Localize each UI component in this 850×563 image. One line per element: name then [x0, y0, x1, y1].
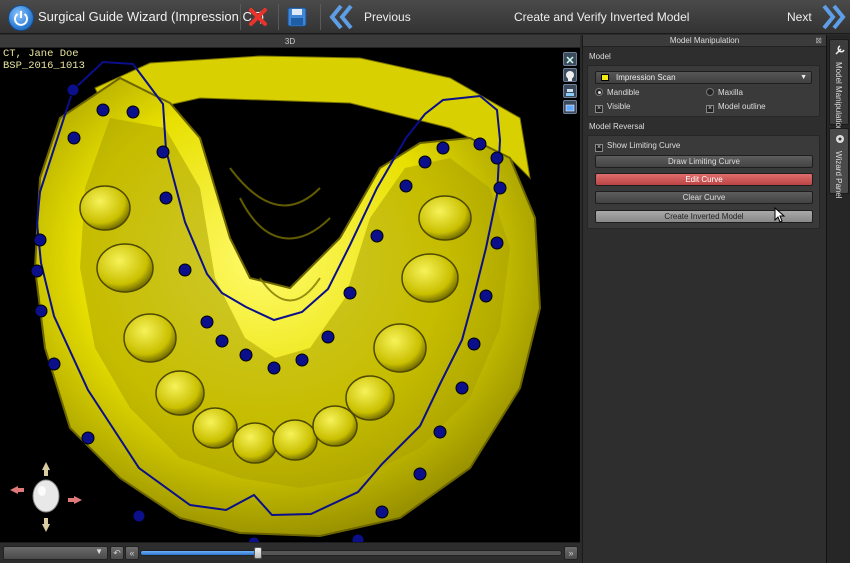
close-panel-icon[interactable]: ⊠ — [815, 35, 822, 47]
reversal-section-label: Model Reversal — [589, 122, 645, 131]
orientation-cube[interactable] — [6, 458, 86, 538]
slider-fill — [141, 551, 259, 555]
chevron-right-double-icon[interactable] — [820, 3, 846, 31]
model-group: Impression Scan ▼ Mandible Maxilla × Visi… — [587, 65, 820, 117]
tab-model-manipulation-label: Model Manipulation — [834, 62, 843, 132]
model-section-label: Model — [589, 52, 611, 61]
application-window: Surgical Guide Wizard (Impression CT) Pr… — [0, 0, 850, 563]
previous-button[interactable]: Previous — [364, 10, 411, 24]
model-manipulation-panel: Model Manipulation ⊠ Model Impression Sc… — [582, 35, 826, 563]
wizard-title: Surgical Guide Wizard (Impression CT) — [38, 9, 265, 24]
save-icon[interactable] — [286, 6, 308, 28]
clip-slider[interactable] — [140, 550, 562, 556]
skull-icon[interactable] — [563, 68, 577, 82]
wizard-icon — [836, 135, 844, 143]
wrench-icon — [835, 45, 845, 55]
case-id: BSP_2016_1013 — [3, 60, 85, 72]
patient-name: CT, Jane Doe — [3, 48, 79, 60]
model-select[interactable]: Impression Scan ▼ — [595, 71, 812, 84]
view-tab-3d: 3D — [0, 35, 580, 48]
side-tabs: Model Manipulation Wizard Panel — [826, 35, 850, 563]
slider-left-icon[interactable]: « — [125, 546, 139, 560]
panel-header: Model Manipulation ⊠ — [583, 35, 826, 47]
panel-title: Model Manipulation — [669, 36, 740, 45]
view-preset-select[interactable]: ▼ — [3, 546, 108, 560]
chevron-down-icon: ▼ — [800, 74, 807, 81]
view-controls: ▼ ↶ « » — [0, 542, 580, 563]
clear-curve-button[interactable]: Clear Curve — [595, 191, 813, 204]
model-outline-checkbox[interactable]: × Model outline — [706, 102, 766, 113]
show-limiting-curve-checkbox[interactable]: × Show Limiting Curve — [595, 141, 680, 152]
layers-icon[interactable] — [563, 84, 577, 98]
power-icon[interactable] — [8, 5, 34, 31]
toolbar-divider — [240, 4, 241, 30]
toolbar-divider — [320, 4, 321, 30]
radio-mandible[interactable]: Mandible — [595, 88, 639, 97]
mouse-cursor-icon — [774, 207, 786, 223]
3d-viewport[interactable]: CT, Jane Doe BSP_2016_1013 — [0, 48, 580, 542]
model-color-swatch — [601, 74, 609, 81]
draw-limiting-curve-button[interactable]: Draw Limiting Curve — [595, 155, 813, 168]
chevron-down-icon: ▼ — [95, 547, 103, 556]
slider-thumb[interactable] — [254, 547, 263, 559]
close-view-icon[interactable] — [563, 52, 577, 66]
next-button[interactable]: Next — [787, 10, 812, 24]
step-title: Create and Verify Inverted Model — [514, 10, 690, 24]
model-select-value: Impression Scan — [616, 73, 676, 82]
tab-model-manipulation[interactable]: Model Manipulation — [829, 39, 849, 131]
wizard-toolbar: Surgical Guide Wizard (Impression CT) Pr… — [0, 0, 850, 34]
close-icon[interactable] — [247, 6, 269, 28]
edit-curve-button[interactable]: Edit Curve — [595, 173, 813, 186]
tab-wizard-panel-label: Wizard Panel — [834, 151, 843, 199]
toolbar-divider — [278, 4, 279, 30]
slider-right-icon[interactable]: » — [564, 546, 578, 560]
screen-icon[interactable] — [563, 100, 577, 114]
patient-info: CT, Jane Doe BSP_2016_1013 — [3, 48, 85, 72]
radio-maxilla[interactable]: Maxilla — [706, 88, 743, 97]
chevron-left-double-icon[interactable] — [329, 3, 355, 31]
tab-wizard-panel[interactable]: Wizard Panel — [829, 128, 849, 199]
visible-checkbox[interactable]: × Visible — [595, 102, 630, 113]
dental-impression-model — [30, 55, 542, 542]
undo-icon[interactable]: ↶ — [110, 546, 124, 560]
